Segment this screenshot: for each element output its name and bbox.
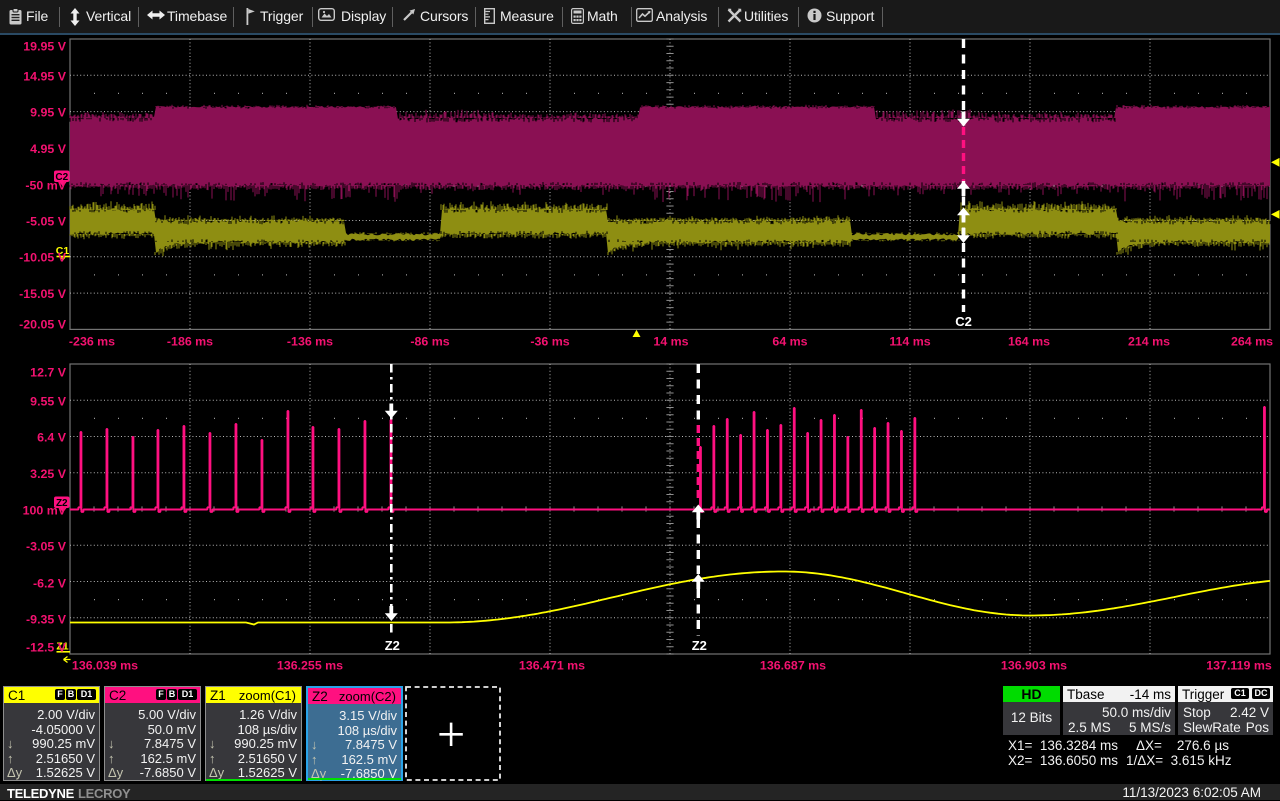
svg-text:3.25 V: 3.25 V — [30, 467, 67, 481]
svg-text:114 ms: 114 ms — [889, 335, 930, 349]
svg-text:100 mV: 100 mV — [23, 504, 67, 518]
svg-text:-12.5 V: -12.5 V — [26, 641, 67, 655]
svg-text:-9.35 V: -9.35 V — [26, 613, 67, 627]
svg-text:-5.05 V: -5.05 V — [26, 215, 67, 229]
svg-text:64 ms: 64 ms — [772, 335, 807, 349]
svg-text:-15.05 V: -15.05 V — [19, 287, 67, 301]
svg-text:-86 ms: -86 ms — [410, 335, 449, 349]
svg-text:-6.2 V: -6.2 V — [33, 577, 67, 591]
svg-text:164 ms: 164 ms — [1008, 335, 1050, 349]
svg-text:137.119 ms: 137.119 ms — [1206, 659, 1272, 673]
svg-text:Z2: Z2 — [692, 638, 707, 653]
svg-text:Z2: Z2 — [385, 638, 400, 653]
svg-text:-236 ms: -236 ms — [69, 335, 115, 349]
svg-text:-36 ms: -36 ms — [530, 335, 569, 349]
svg-text:6.4 V: 6.4 V — [37, 431, 67, 445]
svg-text:-3.05 V: -3.05 V — [26, 540, 67, 554]
svg-text:4.95 V: 4.95 V — [30, 142, 67, 156]
svg-text:136.255 ms: 136.255 ms — [277, 659, 343, 673]
svg-text:-20.05 V: -20.05 V — [19, 318, 67, 332]
svg-text:-136 ms: -136 ms — [287, 335, 333, 349]
svg-text:14 ms: 14 ms — [653, 335, 688, 349]
svg-text:136.471 ms: 136.471 ms — [519, 659, 585, 673]
svg-text:C2: C2 — [955, 314, 972, 329]
svg-text:136.687 ms: 136.687 ms — [760, 659, 826, 673]
svg-text:136.903 ms: 136.903 ms — [1001, 659, 1067, 673]
svg-text:-10.05 V: -10.05 V — [19, 251, 67, 265]
svg-text:9.95 V: 9.95 V — [30, 106, 67, 120]
svg-text:12.7 V: 12.7 V — [30, 366, 67, 380]
svg-text:19.95 V: 19.95 V — [23, 40, 66, 54]
svg-text:136.039 ms: 136.039 ms — [72, 659, 138, 673]
svg-text:9.55 V: 9.55 V — [30, 395, 67, 409]
svg-text:-186 ms: -186 ms — [167, 335, 213, 349]
svg-text:14.95 V: 14.95 V — [23, 70, 66, 84]
svg-text:264 ms: 264 ms — [1231, 335, 1273, 349]
svg-text:-50 mV: -50 mV — [25, 179, 66, 193]
svg-text:214 ms: 214 ms — [1128, 335, 1170, 349]
